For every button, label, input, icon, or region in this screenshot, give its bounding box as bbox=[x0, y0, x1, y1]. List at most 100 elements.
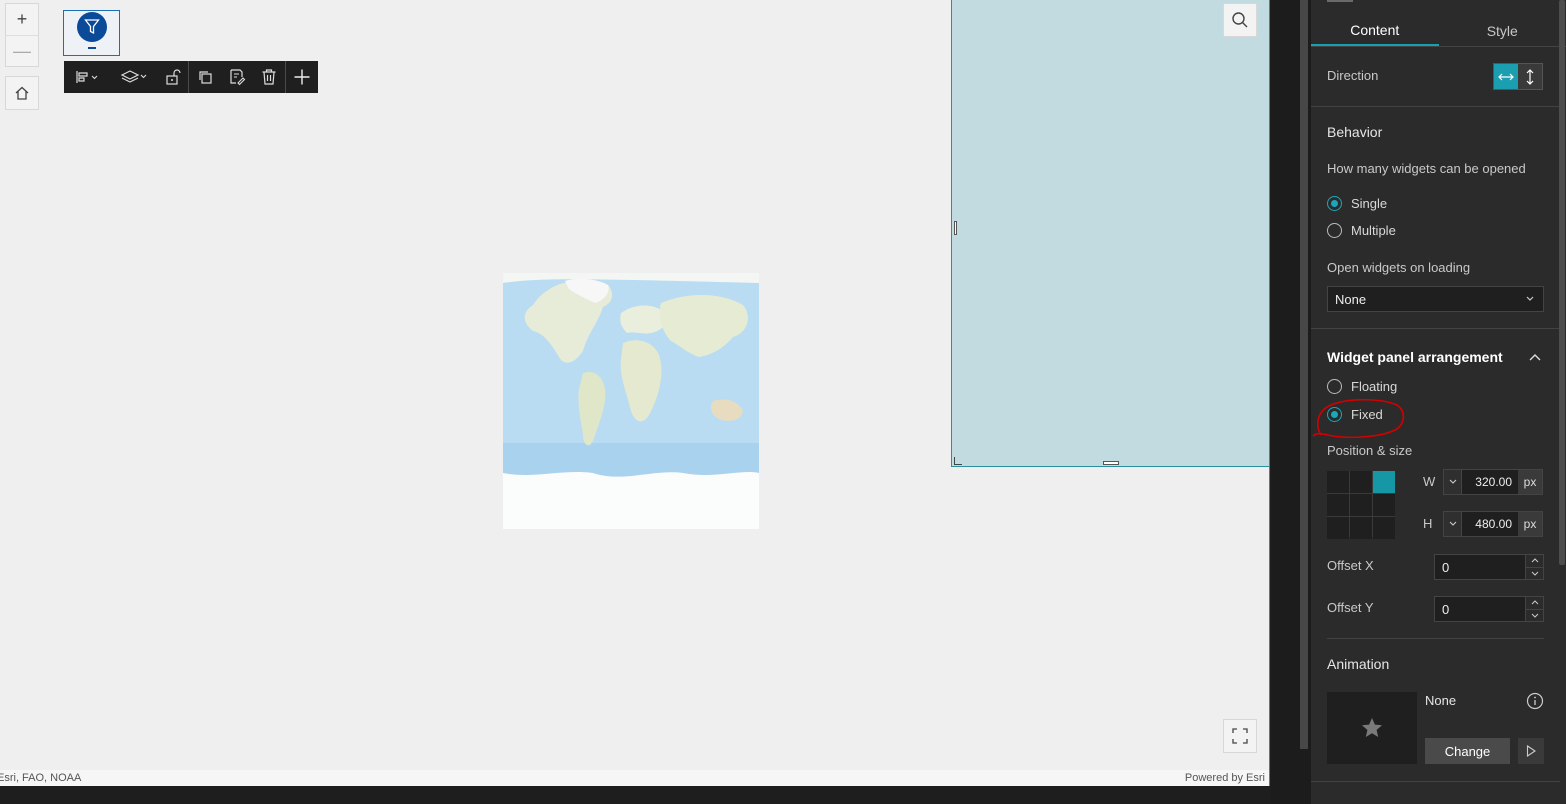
resize-handle-bottom[interactable] bbox=[1103, 461, 1119, 465]
canvas-scrollbar[interactable] bbox=[1300, 0, 1308, 749]
stepper-up[interactable] bbox=[1526, 555, 1543, 568]
offset-y-stepper[interactable] bbox=[1525, 597, 1543, 621]
offset-x-stepper[interactable] bbox=[1525, 555, 1543, 579]
tab-content[interactable]: Content bbox=[1311, 15, 1439, 46]
vertical-direction-button[interactable] bbox=[1518, 64, 1542, 89]
lock-button[interactable] bbox=[158, 61, 188, 93]
active-indicator bbox=[88, 47, 96, 49]
home-button[interactable] bbox=[5, 76, 39, 110]
world-map-tile bbox=[503, 273, 759, 529]
widget-panel-preview[interactable] bbox=[951, 0, 1270, 467]
offset-y-label: Offset Y bbox=[1327, 600, 1374, 615]
fullscreen-button[interactable] bbox=[1223, 719, 1257, 753]
chevron-up-icon[interactable] bbox=[1528, 350, 1542, 364]
duplicate-button[interactable] bbox=[189, 61, 221, 93]
anchor-center[interactable] bbox=[1350, 494, 1372, 516]
open-on-loading-select[interactable]: None bbox=[1327, 286, 1544, 312]
filter-widget-button[interactable] bbox=[77, 12, 107, 42]
section-divider bbox=[1311, 328, 1560, 329]
anchor-bottom-left[interactable] bbox=[1327, 517, 1349, 539]
anchor-bottom-center[interactable] bbox=[1350, 517, 1372, 539]
anchor-top-right[interactable] bbox=[1373, 471, 1395, 493]
anchor-top-left[interactable] bbox=[1327, 471, 1349, 493]
radio-single-label: Single bbox=[1351, 196, 1388, 211]
position-size-label: Position & size bbox=[1327, 443, 1413, 458]
add-icon bbox=[294, 69, 310, 85]
info-icon[interactable] bbox=[1526, 692, 1544, 710]
align-button[interactable] bbox=[64, 61, 110, 93]
select-value: None bbox=[1335, 291, 1367, 307]
chevron-down-icon bbox=[1526, 296, 1534, 301]
copy-style-button[interactable] bbox=[221, 61, 253, 93]
zoom-out-button[interactable]: — bbox=[6, 35, 38, 66]
search-icon bbox=[1232, 12, 1248, 28]
direction-label: Direction bbox=[1327, 68, 1379, 83]
stepper-down[interactable] bbox=[1526, 567, 1543, 579]
fullscreen-icon bbox=[1232, 728, 1248, 744]
radio-indicator bbox=[1327, 223, 1342, 238]
anchor-position-grid bbox=[1327, 471, 1395, 539]
width-label: W bbox=[1423, 474, 1436, 489]
search-button[interactable] bbox=[1223, 3, 1257, 37]
behavior-title: Behavior bbox=[1327, 124, 1383, 140]
height-unit[interactable]: px bbox=[1518, 512, 1542, 536]
width-mode-dropdown[interactable] bbox=[1444, 470, 1462, 494]
chevron-down-icon bbox=[1531, 571, 1538, 576]
filter-icon bbox=[84, 19, 100, 35]
section-divider bbox=[1327, 638, 1544, 639]
arrange-layers-button[interactable] bbox=[110, 61, 158, 93]
delete-button[interactable] bbox=[253, 61, 285, 93]
star-icon bbox=[1362, 718, 1382, 737]
animation-title: Animation bbox=[1327, 656, 1390, 672]
radio-multiple[interactable]: Multiple bbox=[1327, 223, 1396, 238]
height-mode-dropdown[interactable] bbox=[1444, 512, 1462, 536]
height-input[interactable]: 480.00 bbox=[1462, 512, 1518, 536]
attribution-sources: Esri, FAO, NOAA bbox=[0, 772, 82, 784]
anchor-bottom-right[interactable] bbox=[1373, 517, 1395, 539]
radio-multiple-label: Multiple bbox=[1351, 223, 1396, 238]
stepper-up[interactable] bbox=[1526, 597, 1543, 610]
widget-toolbar bbox=[64, 61, 318, 93]
anchor-middle-right[interactable] bbox=[1373, 494, 1395, 516]
map-attribution: Esri, FAO, NOAA Powered by Esri bbox=[0, 770, 1269, 786]
open-on-loading-label: Open widgets on loading bbox=[1327, 260, 1471, 275]
settings-scrollbar[interactable] bbox=[1559, 0, 1565, 565]
height-field: 480.00 px bbox=[1443, 511, 1543, 537]
offset-x-input[interactable]: 0 bbox=[1434, 554, 1544, 580]
settings-panel: Content Style Direction Behavior How man… bbox=[1311, 0, 1566, 804]
width-unit[interactable]: px bbox=[1518, 470, 1542, 494]
radio-single[interactable]: Single bbox=[1327, 196, 1387, 211]
horizontal-direction-button[interactable] bbox=[1494, 64, 1518, 89]
canvas-scrollbar-area bbox=[1271, 0, 1311, 804]
powered-by[interactable]: Powered by Esri bbox=[1185, 772, 1265, 784]
anchor-middle-left[interactable] bbox=[1327, 494, 1349, 516]
play-animation-button[interactable] bbox=[1518, 738, 1544, 764]
builder-canvas[interactable]: + — Esri, FAO, NOAA Powered by Esri bbox=[0, 0, 1270, 786]
widget-controller[interactable] bbox=[63, 10, 120, 56]
settings-tabs: Content Style bbox=[1311, 15, 1566, 47]
offset-y-input[interactable]: 0 bbox=[1434, 596, 1544, 622]
chevron-down-icon bbox=[1531, 613, 1538, 618]
offset-x-value: 0 bbox=[1442, 559, 1450, 575]
chevron-down-icon bbox=[1449, 479, 1456, 484]
height-label: H bbox=[1423, 516, 1433, 531]
radio-floating[interactable]: Floating bbox=[1327, 379, 1397, 394]
behavior-question: How many widgets can be opened bbox=[1327, 161, 1526, 176]
anchor-top-center[interactable] bbox=[1350, 471, 1372, 493]
radio-indicator bbox=[1327, 379, 1342, 394]
resize-corner[interactable] bbox=[954, 457, 962, 465]
arrangement-title: Widget panel arrangement bbox=[1327, 349, 1503, 365]
radio-indicator bbox=[1327, 407, 1342, 422]
zoom-in-button[interactable]: + bbox=[6, 4, 38, 35]
chevron-up-icon bbox=[1531, 558, 1538, 563]
radio-floating-label: Floating bbox=[1351, 379, 1398, 394]
stepper-down[interactable] bbox=[1526, 609, 1543, 621]
radio-fixed[interactable]: Fixed bbox=[1327, 407, 1383, 422]
width-input[interactable]: 320.00 bbox=[1462, 470, 1518, 494]
add-button[interactable] bbox=[286, 61, 318, 93]
resize-handle-left[interactable] bbox=[954, 221, 957, 235]
change-animation-button[interactable]: Change bbox=[1425, 738, 1510, 764]
align-icon bbox=[76, 71, 98, 83]
vertical-arrows-icon bbox=[1526, 68, 1534, 85]
tab-style[interactable]: Style bbox=[1439, 15, 1566, 46]
